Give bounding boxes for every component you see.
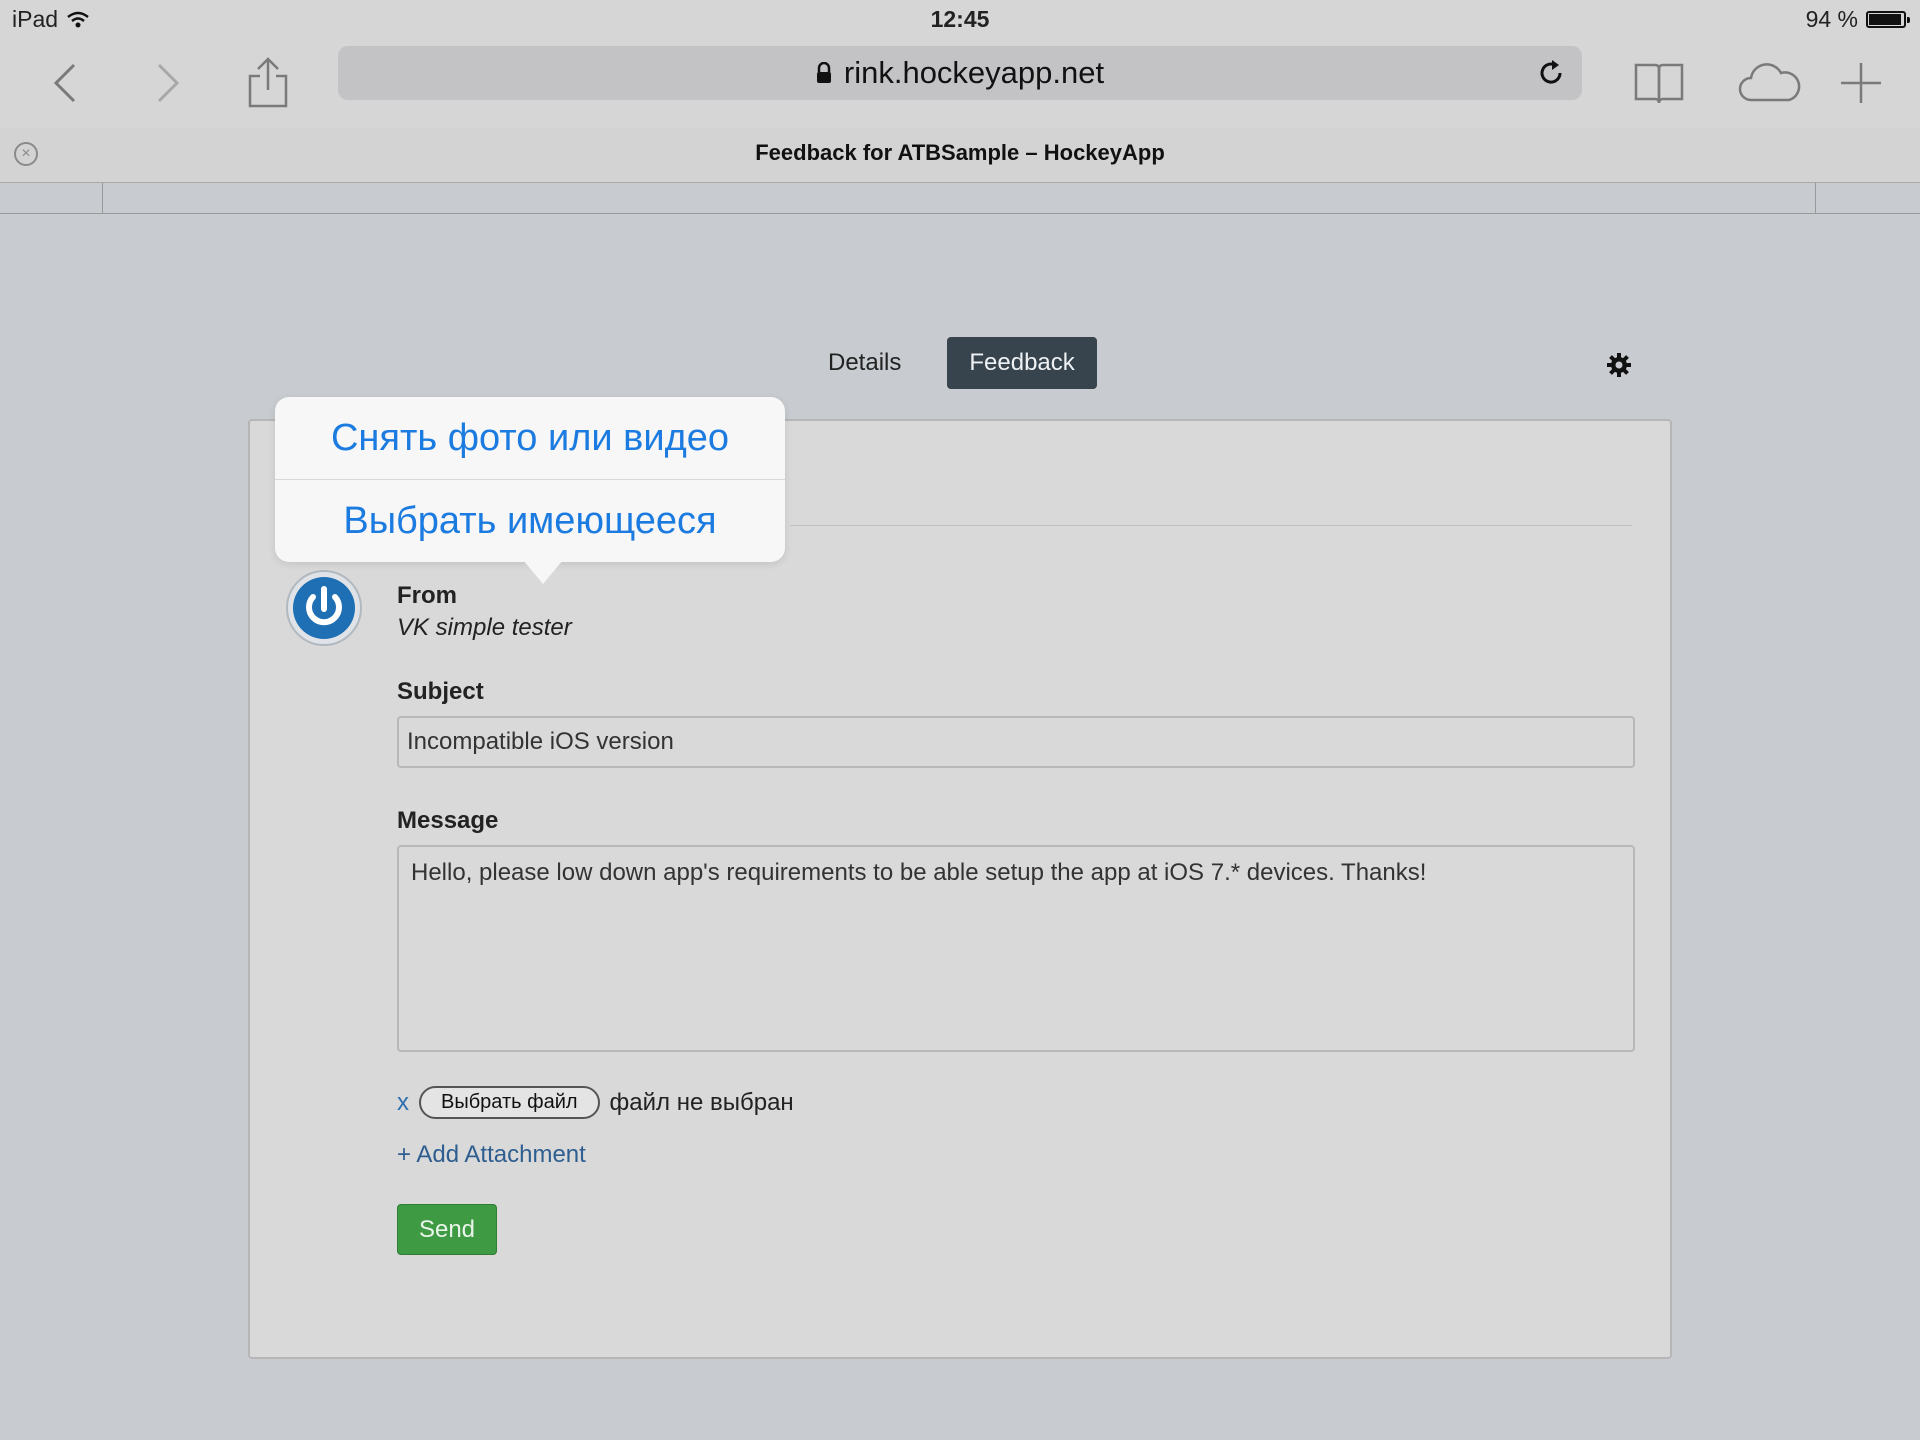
tab-details[interactable]: Details — [806, 337, 923, 389]
tab-bar: × Feedback for ATBSample – HockeyApp — [0, 128, 1920, 183]
subject-field[interactable]: Incompatible iOS version — [397, 716, 1635, 768]
cloud-icon — [1738, 63, 1801, 102]
choose-existing-option[interactable]: Выбрать имеющееся — [275, 480, 785, 562]
message-field[interactable]: Hello, please low down app's requirement… — [397, 845, 1635, 1052]
book-icon — [1634, 63, 1684, 104]
forward-button[interactable] — [133, 48, 203, 118]
lock-icon — [816, 62, 831, 83]
take-photo-option[interactable]: Снять фото или видео — [275, 397, 785, 479]
share-icon — [248, 57, 288, 108]
divider — [790, 525, 1632, 526]
new-tab-button[interactable] — [1826, 48, 1896, 118]
reload-icon — [1540, 60, 1562, 84]
subject-label: Subject — [397, 678, 484, 705]
page-header-strip — [0, 183, 1920, 214]
back-button[interactable] — [30, 48, 100, 118]
gear-icon[interactable] — [1606, 352, 1632, 378]
divider — [1815, 183, 1816, 213]
page-tabs: Details Feedback — [806, 337, 1097, 389]
battery-icon — [1866, 11, 1910, 28]
bookmarks-button[interactable] — [1624, 48, 1694, 118]
from-name: VK simple tester — [397, 614, 572, 641]
tab-feedback[interactable]: Feedback — [947, 337, 1097, 389]
attachment-row: x Выбрать файл файл не выбран — [397, 1086, 794, 1119]
send-button[interactable]: Send — [397, 1204, 497, 1255]
tab-title[interactable]: Feedback for ATBSample – HockeyApp — [0, 140, 1920, 166]
popover-arrow — [523, 560, 563, 584]
message-label: Message — [397, 807, 499, 834]
plus-icon — [1841, 63, 1881, 103]
remove-attachment-button[interactable]: x — [397, 1089, 409, 1117]
address-bar[interactable]: rink.hockeyapp.net — [338, 46, 1582, 100]
url-text: rink.hockeyapp.net — [843, 55, 1105, 90]
power-logo-icon — [293, 577, 355, 639]
subject-value: Incompatible iOS version — [407, 728, 674, 755]
avatar — [286, 570, 362, 646]
share-button[interactable] — [233, 48, 303, 118]
image-source-popover: Снять фото или видео Выбрать имеющееся — [275, 397, 785, 584]
choose-file-button[interactable]: Выбрать файл — [419, 1086, 600, 1119]
add-attachment-link[interactable]: + Add Attachment — [397, 1141, 586, 1169]
no-file-text: файл не выбран — [609, 1088, 794, 1116]
chevron-right-icon — [157, 63, 180, 103]
clock: 12:45 — [930, 6, 990, 32]
status-bar: iPad 12:45 94 % — [0, 0, 1920, 40]
status-right: 94 % — [1805, 6, 1910, 33]
from-label: From — [397, 582, 457, 609]
divider — [102, 183, 103, 213]
battery-percent: 94 % — [1805, 6, 1858, 32]
icloud-tabs-button[interactable] — [1730, 48, 1810, 118]
reload-button[interactable] — [1532, 54, 1570, 92]
chevron-left-icon — [53, 63, 76, 103]
message-value: Hello, please low down app's requirement… — [411, 859, 1427, 886]
